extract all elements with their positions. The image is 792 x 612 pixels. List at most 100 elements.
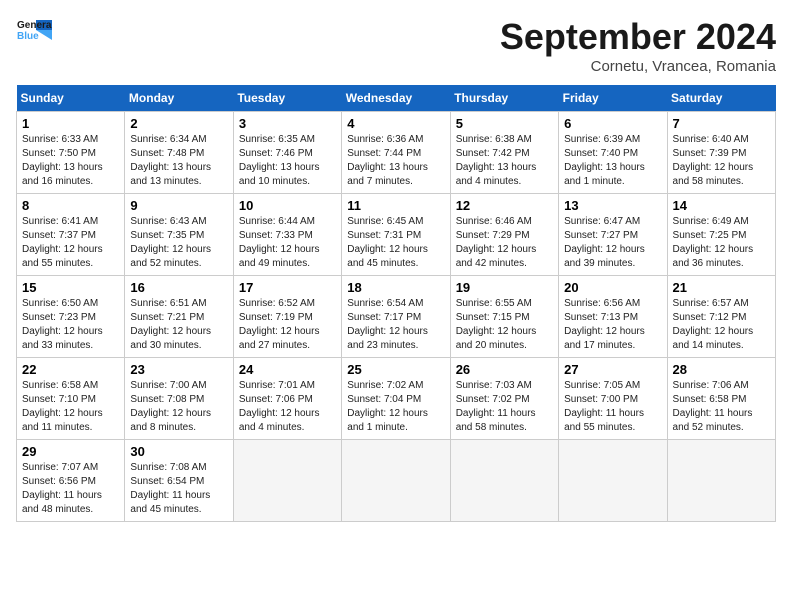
calendar-cell xyxy=(342,440,450,522)
calendar-cell: 18 Sunrise: 6:54 AM Sunset: 7:17 PM Dayli… xyxy=(342,276,450,358)
day-number: 30 xyxy=(130,444,227,459)
day-number: 5 xyxy=(456,116,553,131)
day-number: 21 xyxy=(673,280,770,295)
cell-details: Sunrise: 6:49 AM Sunset: 7:25 PM Dayligh… xyxy=(673,215,770,271)
calendar-cell: 15 Sunrise: 6:50 AM Sunset: 7:23 PM Dayli… xyxy=(17,276,125,358)
calendar-week-2: 8 Sunrise: 6:41 AM Sunset: 7:37 PM Daylig… xyxy=(17,194,776,276)
calendar-cell: 8 Sunrise: 6:41 AM Sunset: 7:37 PM Daylig… xyxy=(17,194,125,276)
calendar-cell: 3 Sunrise: 6:35 AM Sunset: 7:46 PM Daylig… xyxy=(233,112,341,194)
day-number: 25 xyxy=(347,362,444,377)
day-number: 3 xyxy=(239,116,336,131)
day-number: 1 xyxy=(22,116,119,131)
calendar-cell xyxy=(450,440,558,522)
column-header-thursday: Thursday xyxy=(450,85,558,112)
cell-details: Sunrise: 6:35 AM Sunset: 7:46 PM Dayligh… xyxy=(239,133,336,189)
cell-details: Sunrise: 6:58 AM Sunset: 7:10 PM Dayligh… xyxy=(22,379,119,435)
calendar-cell: 11 Sunrise: 6:45 AM Sunset: 7:31 PM Dayli… xyxy=(342,194,450,276)
day-number: 14 xyxy=(673,198,770,213)
calendar-cell: 17Sunrise: 6:52 AM Sunset: 7:19 PM Dayli… xyxy=(233,276,341,358)
cell-details: Sunrise: 6:33 AM Sunset: 7:50 PM Dayligh… xyxy=(22,133,119,189)
day-number: 13 xyxy=(564,198,661,213)
cell-details: Sunrise: 7:01 AM Sunset: 7:06 PM Dayligh… xyxy=(239,379,336,435)
calendar-cell: 13 Sunrise: 6:47 AM Sunset: 7:27 PM Dayli… xyxy=(559,194,667,276)
calendar-cell: 20Sunrise: 6:56 AM Sunset: 7:13 PM Dayli… xyxy=(559,276,667,358)
cell-details: Sunrise: 6:46 AM Sunset: 7:29 PM Dayligh… xyxy=(456,215,553,271)
calendar-cell: 27 Sunrise: 7:05 AM Sunset: 7:00 PM Dayli… xyxy=(559,358,667,440)
cell-details: Sunrise: 7:00 AM Sunset: 7:08 PM Dayligh… xyxy=(130,379,227,435)
day-number: 16 xyxy=(130,280,227,295)
title-block: September 2024 Cornetu, Vrancea, Romania xyxy=(500,16,776,75)
calendar-table: SundayMondayTuesdayWednesdayThursdayFrid… xyxy=(16,85,776,522)
cell-details: Sunrise: 6:50 AM Sunset: 7:23 PM Dayligh… xyxy=(22,297,119,353)
day-number: 8 xyxy=(22,198,119,213)
day-number: 11 xyxy=(347,198,444,213)
calendar-cell: 7Sunrise: 6:40 AM Sunset: 7:39 PM Daylig… xyxy=(667,112,775,194)
column-header-wednesday: Wednesday xyxy=(342,85,450,112)
day-number: 7 xyxy=(673,116,770,131)
cell-details: Sunrise: 7:03 AM Sunset: 7:02 PM Dayligh… xyxy=(456,379,553,435)
calendar-cell xyxy=(559,440,667,522)
cell-details: Sunrise: 6:51 AM Sunset: 7:21 PM Dayligh… xyxy=(130,297,227,353)
cell-details: Sunrise: 7:05 AM Sunset: 7:00 PM Dayligh… xyxy=(564,379,661,435)
calendar-cell: 5 Sunrise: 6:38 AM Sunset: 7:42 PM Daylig… xyxy=(450,112,558,194)
day-number: 10 xyxy=(239,198,336,213)
calendar-cell: 1 Sunrise: 6:33 AM Sunset: 7:50 PM Daylig… xyxy=(17,112,125,194)
calendar-week-5: 29 Sunrise: 7:07 AM Sunset: 6:56 PM Dayli… xyxy=(17,440,776,522)
column-header-friday: Friday xyxy=(559,85,667,112)
column-header-monday: Monday xyxy=(125,85,233,112)
calendar-cell xyxy=(233,440,341,522)
day-number: 17 xyxy=(239,280,336,295)
calendar-week-1: 1 Sunrise: 6:33 AM Sunset: 7:50 PM Daylig… xyxy=(17,112,776,194)
day-number: 23 xyxy=(130,362,227,377)
cell-details: Sunrise: 6:47 AM Sunset: 7:27 PM Dayligh… xyxy=(564,215,661,271)
cell-details: Sunrise: 6:39 AM Sunset: 7:40 PM Dayligh… xyxy=(564,133,661,189)
page-header: General Blue September 2024 Cornetu, Vra… xyxy=(16,16,776,75)
calendar-header-row: SundayMondayTuesdayWednesdayThursdayFrid… xyxy=(17,85,776,112)
day-number: 29 xyxy=(22,444,119,459)
calendar-cell: 29 Sunrise: 7:07 AM Sunset: 6:56 PM Dayli… xyxy=(17,440,125,522)
calendar-cell: 24Sunrise: 7:01 AM Sunset: 7:06 PM Dayli… xyxy=(233,358,341,440)
svg-text:General: General xyxy=(17,20,52,31)
day-number: 26 xyxy=(456,362,553,377)
cell-details: Sunrise: 6:36 AM Sunset: 7:44 PM Dayligh… xyxy=(347,133,444,189)
calendar-cell: 4 Sunrise: 6:36 AM Sunset: 7:44 PM Daylig… xyxy=(342,112,450,194)
day-number: 2 xyxy=(130,116,227,131)
day-number: 19 xyxy=(456,280,553,295)
calendar-cell: 23 Sunrise: 7:00 AM Sunset: 7:08 PM Dayli… xyxy=(125,358,233,440)
cell-details: Sunrise: 7:08 AM Sunset: 6:54 PM Dayligh… xyxy=(130,461,227,517)
calendar-cell: 28Sunrise: 7:06 AM Sunset: 6:58 PM Dayli… xyxy=(667,358,775,440)
day-number: 6 xyxy=(564,116,661,131)
cell-details: Sunrise: 6:34 AM Sunset: 7:48 PM Dayligh… xyxy=(130,133,227,189)
cell-details: Sunrise: 6:38 AM Sunset: 7:42 PM Dayligh… xyxy=(456,133,553,189)
column-header-tuesday: Tuesday xyxy=(233,85,341,112)
day-number: 15 xyxy=(22,280,119,295)
calendar-cell: 10Sunrise: 6:44 AM Sunset: 7:33 PM Dayli… xyxy=(233,194,341,276)
cell-details: Sunrise: 6:55 AM Sunset: 7:15 PM Dayligh… xyxy=(456,297,553,353)
column-header-saturday: Saturday xyxy=(667,85,775,112)
cell-details: Sunrise: 6:54 AM Sunset: 7:17 PM Dayligh… xyxy=(347,297,444,353)
logo: General Blue xyxy=(16,16,52,44)
calendar-week-4: 22 Sunrise: 6:58 AM Sunset: 7:10 PM Dayli… xyxy=(17,358,776,440)
day-number: 22 xyxy=(22,362,119,377)
calendar-cell: 16 Sunrise: 6:51 AM Sunset: 7:21 PM Dayli… xyxy=(125,276,233,358)
calendar-cell: 19 Sunrise: 6:55 AM Sunset: 7:15 PM Dayli… xyxy=(450,276,558,358)
day-number: 9 xyxy=(130,198,227,213)
calendar-cell: 25 Sunrise: 7:02 AM Sunset: 7:04 PM Dayli… xyxy=(342,358,450,440)
cell-details: Sunrise: 6:41 AM Sunset: 7:37 PM Dayligh… xyxy=(22,215,119,271)
calendar-cell: 12 Sunrise: 6:46 AM Sunset: 7:29 PM Dayli… xyxy=(450,194,558,276)
month-title: September 2024 xyxy=(500,16,776,58)
calendar-cell: 22 Sunrise: 6:58 AM Sunset: 7:10 PM Dayli… xyxy=(17,358,125,440)
calendar-cell: 14 Sunrise: 6:49 AM Sunset: 7:25 PM Dayli… xyxy=(667,194,775,276)
cell-details: Sunrise: 6:45 AM Sunset: 7:31 PM Dayligh… xyxy=(347,215,444,271)
calendar-week-3: 15 Sunrise: 6:50 AM Sunset: 7:23 PM Dayli… xyxy=(17,276,776,358)
cell-details: Sunrise: 7:06 AM Sunset: 6:58 PM Dayligh… xyxy=(673,379,770,435)
calendar-cell: 21Sunrise: 6:57 AM Sunset: 7:12 PM Dayli… xyxy=(667,276,775,358)
cell-details: Sunrise: 7:02 AM Sunset: 7:04 PM Dayligh… xyxy=(347,379,444,435)
day-number: 27 xyxy=(564,362,661,377)
day-number: 4 xyxy=(347,116,444,131)
logo-icon: General Blue xyxy=(16,16,52,44)
cell-details: Sunrise: 7:07 AM Sunset: 6:56 PM Dayligh… xyxy=(22,461,119,517)
day-number: 12 xyxy=(456,198,553,213)
svg-text:Blue: Blue xyxy=(17,31,39,42)
day-number: 18 xyxy=(347,280,444,295)
